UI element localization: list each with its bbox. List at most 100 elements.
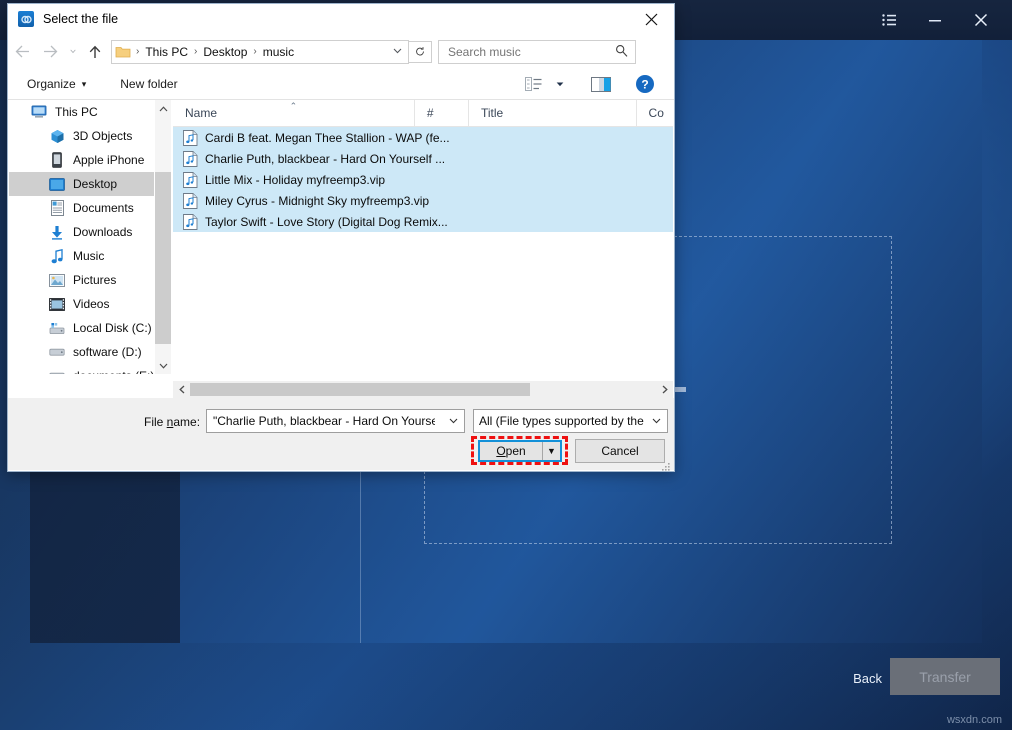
minimize-icon[interactable] xyxy=(912,0,958,40)
downloads-icon xyxy=(49,224,65,240)
sidebar-item-apple-iphone[interactable]: Apple iPhone xyxy=(9,148,154,172)
sidebar-item-label: Local Disk (C:) xyxy=(73,321,152,335)
file-list[interactable]: ⌃ Name # Title Co xyxy=(173,100,673,374)
back-button[interactable]: Back xyxy=(845,667,890,690)
chevron-down-icon[interactable] xyxy=(449,416,458,427)
horizontal-scroll-track[interactable] xyxy=(190,381,656,398)
sidebar-item-music[interactable]: Music xyxy=(9,244,154,268)
3d-objects-icon xyxy=(49,128,65,144)
drive-icon xyxy=(49,344,65,360)
search-icon xyxy=(615,44,628,60)
sidebar-scroll-thumb[interactable] xyxy=(155,172,171,344)
view-chevron-down-icon[interactable] xyxy=(550,72,570,96)
sidebar-item-label: Downloads xyxy=(73,225,132,239)
column-header-name[interactable]: ⌃ Name xyxy=(173,100,415,126)
sidebar-item-software-d[interactable]: software (D:) xyxy=(9,340,154,364)
breadcrumb-desktop[interactable]: Desktop xyxy=(202,45,248,59)
help-icon[interactable]: ? xyxy=(628,72,662,96)
dialog-command-bar: Organize ▾ New folder xyxy=(8,69,674,100)
close-icon[interactable] xyxy=(958,0,1004,40)
sidebar-item-label: Documents xyxy=(73,201,134,215)
navigation-sidebar[interactable]: This PC 3D Objects xyxy=(9,100,154,374)
table-row[interactable]: Charlie Puth, blackbear - Hard On Yourse… xyxy=(173,148,673,169)
open-dropdown-caret-icon[interactable]: ▼ xyxy=(542,442,560,460)
table-row[interactable]: Taylor Swift - Love Story (Digital Dog R… xyxy=(173,211,673,232)
file-list-horizontal-scrollbar[interactable] xyxy=(173,381,673,398)
breadcrumb-this-pc[interactable]: This PC xyxy=(144,45,189,59)
sidebar-item-desktop[interactable]: Desktop xyxy=(9,172,154,196)
sidebar-item-this-pc[interactable]: This PC xyxy=(9,100,154,124)
column-header-label: Name xyxy=(185,106,217,120)
horizontal-scroll-thumb[interactable] xyxy=(190,383,530,396)
back-arrow-icon[interactable] xyxy=(8,39,36,65)
open-button-label: Open xyxy=(480,442,542,460)
desktop-icon xyxy=(49,176,65,192)
up-arrow-icon[interactable] xyxy=(82,39,108,65)
file-name-label: File name: xyxy=(144,415,200,429)
list-menu-icon[interactable] xyxy=(866,0,912,40)
search-box[interactable] xyxy=(438,40,636,64)
sidebar-item-pictures[interactable]: Pictures xyxy=(9,268,154,292)
music-file-icon xyxy=(183,172,198,188)
recent-locations-chevron-down-icon[interactable] xyxy=(64,39,82,65)
file-name-label-post: ame: xyxy=(173,415,200,429)
file-open-dialog: Select the file xyxy=(7,3,675,472)
sidebar-item-documents-e[interactable]: documents (E:) xyxy=(9,364,154,374)
forward-arrow-icon[interactable] xyxy=(36,39,64,65)
music-file-icon xyxy=(183,130,198,146)
transfer-button[interactable]: Transfer xyxy=(890,658,1000,695)
sidebar-item-label: software (D:) xyxy=(73,345,142,359)
column-header-contributing-artists[interactable]: Co xyxy=(637,100,673,126)
sidebar-item-label: 3D Objects xyxy=(73,129,132,143)
chevron-down-icon: ▾ xyxy=(82,79,87,90)
chevron-left-icon[interactable] xyxy=(173,381,190,398)
sort-ascending-icon: ⌃ xyxy=(290,101,298,112)
sidebar-item-label: Apple iPhone xyxy=(73,153,144,167)
table-row[interactable]: Miley Cyrus - Midnight Sky myfreemp3.vip xyxy=(173,190,673,211)
sidebar-item-local-disk-c[interactable]: Local Disk (C:) xyxy=(9,316,154,340)
column-header-title[interactable]: Title xyxy=(469,100,637,126)
music-file-icon xyxy=(183,151,198,167)
open-button[interactable]: Open ▼ xyxy=(478,440,562,462)
preview-pane-icon[interactable] xyxy=(584,72,618,96)
new-folder-button[interactable]: New folder xyxy=(113,74,184,94)
file-name-field[interactable] xyxy=(206,409,465,433)
address-bar[interactable]: › This PC › Desktop › music xyxy=(111,40,409,64)
file-list-header: ⌃ Name # Title Co xyxy=(173,100,673,127)
breadcrumb-separator-2: › xyxy=(248,46,261,57)
chevron-down-icon[interactable] xyxy=(393,46,408,57)
file-name: Cardi B feat. Megan Thee Stallion - WAP … xyxy=(205,131,450,145)
search-input[interactable] xyxy=(446,44,610,60)
file-name-input[interactable] xyxy=(211,413,437,429)
table-row[interactable]: Little Mix - Holiday myfreemp3.vip xyxy=(173,169,673,190)
breadcrumb-separator-1: › xyxy=(189,46,202,57)
refresh-icon[interactable] xyxy=(409,41,432,63)
sidebar-scrollbar[interactable] xyxy=(155,100,171,374)
table-row[interactable]: Cardi B feat. Megan Thee Stallion - WAP … xyxy=(173,127,673,148)
file-type-select[interactable]: All (File types supported by the xyxy=(473,409,668,433)
file-name: Taylor Swift - Love Story (Digital Dog R… xyxy=(205,215,448,229)
sidebar-item-3d-objects[interactable]: 3D Objects xyxy=(9,124,154,148)
resize-grip[interactable] xyxy=(661,459,671,469)
file-type-value: All (File types supported by the xyxy=(479,414,644,428)
background-footer: Back Transfer wsxdn.com xyxy=(0,643,1012,730)
chevron-down-icon[interactable] xyxy=(155,357,171,374)
chevron-up-icon[interactable] xyxy=(155,100,171,117)
column-header-number[interactable]: # xyxy=(415,100,469,126)
close-icon[interactable] xyxy=(628,4,674,34)
sidebar-item-downloads[interactable]: Downloads xyxy=(9,220,154,244)
command-bar-right: ? xyxy=(516,72,674,96)
sidebar-item-documents[interactable]: Documents xyxy=(9,196,154,220)
cancel-button[interactable]: Cancel xyxy=(575,439,665,463)
chevron-right-icon[interactable] xyxy=(656,381,673,398)
sidebar-item-label: documents (E:) xyxy=(73,369,154,374)
breadcrumb-music[interactable]: music xyxy=(262,45,295,59)
organize-button[interactable]: Organize ▾ xyxy=(20,74,93,94)
videos-icon xyxy=(49,296,65,312)
sidebar-item-videos[interactable]: Videos xyxy=(9,292,154,316)
window-controls xyxy=(866,0,1004,40)
sidebar-item-label: Videos xyxy=(73,297,109,311)
sidebar-item-label: Desktop xyxy=(73,177,117,191)
dialog-navbar: › This PC › Desktop › music xyxy=(8,34,674,69)
view-list-icon[interactable] xyxy=(516,72,550,96)
